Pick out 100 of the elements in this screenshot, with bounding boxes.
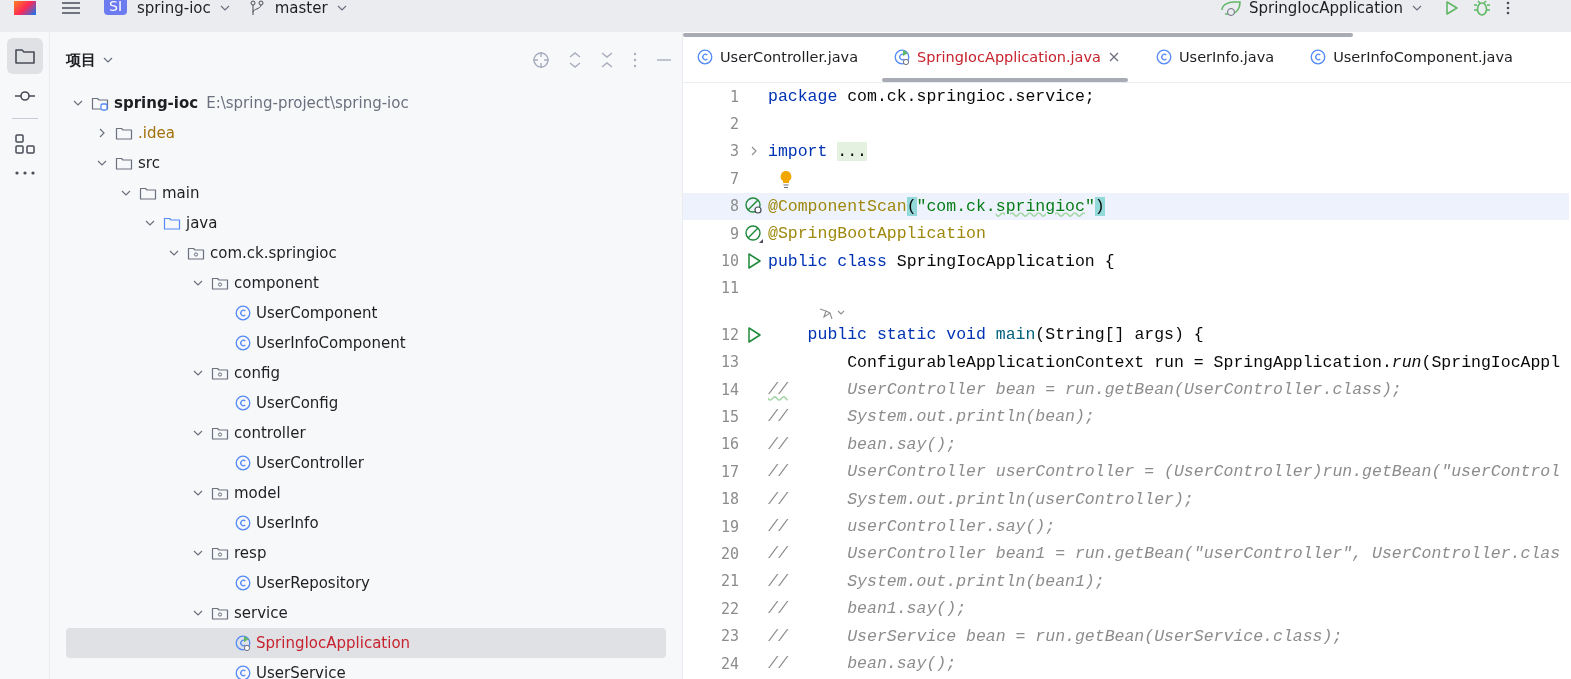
run-configuration-selector[interactable]: SpringIocApplication (1244, 0, 1429, 17)
tree-item[interactable]: java (66, 208, 666, 238)
run-icon[interactable] (745, 325, 763, 344)
tree-item[interactable]: UserInfoComponent (66, 328, 666, 358)
package-icon (211, 485, 229, 501)
item-label: UserComponent (256, 304, 378, 322)
item-label: resp (234, 544, 267, 562)
path-hint: E:\spring-project\spring-ioc (206, 94, 409, 112)
tree-item[interactable]: resp (66, 538, 666, 568)
item-label: main (162, 184, 200, 202)
tab-scrollbar[interactable] (683, 33, 1353, 37)
class-icon (235, 395, 251, 411)
class-icon (235, 335, 251, 351)
bean-icon[interactable] (744, 223, 764, 244)
branch-selector[interactable]: master (270, 0, 354, 17)
item-label: component (234, 274, 319, 292)
tree-item[interactable]: UserInfo (66, 508, 666, 538)
tree-item[interactable]: .idea (66, 118, 666, 148)
panel-title[interactable]: 项目 (66, 50, 96, 70)
item-label: UserInfoComponent (256, 334, 406, 352)
structure-icon[interactable] (13, 133, 36, 155)
code-text: @ComponentScan("com.ck.springioc") (768, 196, 1106, 216)
folder-icon (115, 125, 133, 141)
tree-item[interactable]: component (66, 268, 666, 298)
editor-tab[interactable]: UserInfo.java (1141, 32, 1285, 82)
item-label: java (186, 214, 218, 232)
more-options-icon[interactable] (1505, 0, 1511, 16)
tree-item[interactable]: UserComponent (66, 298, 666, 328)
item-label: spring-ioc (114, 94, 199, 112)
code-text: // UserService bean = run.getBean(UserService.class); (768, 626, 1344, 646)
code-text: public static void main(String[] args) { (806, 325, 1205, 345)
more-icon[interactable] (13, 169, 36, 177)
tree-item[interactable]: config (66, 358, 666, 388)
line-number: 17 (719, 462, 739, 481)
line-number: 1 (728, 87, 739, 106)
item-label: src (138, 154, 160, 172)
package-icon (211, 605, 229, 621)
line-number: 11 (719, 279, 739, 298)
line-number: 20 (719, 544, 739, 563)
item-label: com.ck.springioc (210, 244, 337, 262)
item-label: SpringIocApplication (256, 634, 411, 652)
tree-item[interactable]: UserRepository (66, 568, 666, 598)
tree-item[interactable]: service (66, 598, 666, 628)
item-label: UserConfig (256, 394, 339, 412)
code-text: package com.ck.springioc.service; (768, 87, 1096, 107)
line-number: 18 (719, 490, 739, 509)
run-icon[interactable] (745, 252, 763, 271)
class-icon (235, 665, 251, 679)
class-icon (235, 305, 251, 321)
menu-icon[interactable] (60, 1, 82, 15)
code-text: // bean.say(); (768, 434, 958, 454)
tree-item[interactable]: com.ck.springioc (66, 238, 666, 268)
tree-item[interactable]: main (66, 178, 666, 208)
code-text: import ... (768, 141, 869, 161)
package-icon (211, 365, 229, 381)
tree-item[interactable]: UserConfig (66, 388, 666, 418)
code-text: // UserController bean = run.getBean(UserController.class); (768, 380, 1403, 400)
module-icon (91, 95, 109, 111)
tree-item[interactable]: UserService (66, 658, 666, 679)
item-label: UserInfo (256, 514, 319, 532)
project-selector[interactable]: spring-ioc (133, 0, 237, 17)
close-icon[interactable] (1107, 51, 1120, 63)
branch-icon (248, 0, 265, 16)
class-icon (1310, 49, 1327, 65)
code-text: // UserController userController = (UserController)run.getBean("userControl (768, 462, 1562, 482)
bean-search-icon[interactable] (744, 196, 764, 217)
tree-item[interactable]: model (66, 478, 666, 508)
line-number: 2 (728, 115, 739, 134)
item-label: controller (234, 424, 306, 442)
tree-item[interactable]: src (66, 148, 666, 178)
line-number: 14 (719, 380, 739, 399)
tree-item[interactable]: controller (66, 418, 666, 448)
tree-item[interactable]: SpringIocApplication (66, 628, 666, 658)
line-number: 7 (728, 169, 739, 188)
line-number: 21 (719, 572, 739, 591)
code-text: // bean1.say(); (768, 599, 968, 619)
code-text: // System.out.println(bean); (768, 407, 1096, 427)
line-number: 19 (719, 517, 739, 536)
code-text: // userController.say(); (768, 517, 1057, 537)
editor-tab[interactable]: SpringIocApplication.java (880, 32, 1130, 82)
tree-item[interactable]: UserController (66, 448, 666, 478)
line-number: 10 (719, 252, 739, 271)
line-number: 23 (719, 627, 739, 646)
commit-icon[interactable] (13, 88, 36, 104)
code-text: // UserController bean1 = run.getBean("userController", UserController.clas (768, 544, 1562, 564)
item-label: .idea (138, 124, 175, 142)
inlay-hints-icon[interactable] (817, 305, 847, 322)
code-text: // System.out.println(bean1); (768, 571, 1106, 591)
code-text: // System.out.println(userController); (768, 489, 1195, 509)
class-icon (697, 49, 713, 65)
line-number: 16 (719, 435, 739, 454)
class-with-run-icon (894, 49, 911, 65)
tree-item[interactable]: spring-ioc E:\spring-project\spring-ioc (66, 88, 666, 118)
editor-tab[interactable]: UserInfoComponent.java (1296, 32, 1523, 82)
folder-icon (139, 185, 157, 201)
line-number: 13 (719, 353, 739, 372)
editor-tab[interactable]: UserController.java (683, 32, 869, 82)
item-label: UserRepository (256, 574, 370, 592)
item-label: model (234, 484, 281, 502)
project-tool-button[interactable] (6, 38, 43, 74)
